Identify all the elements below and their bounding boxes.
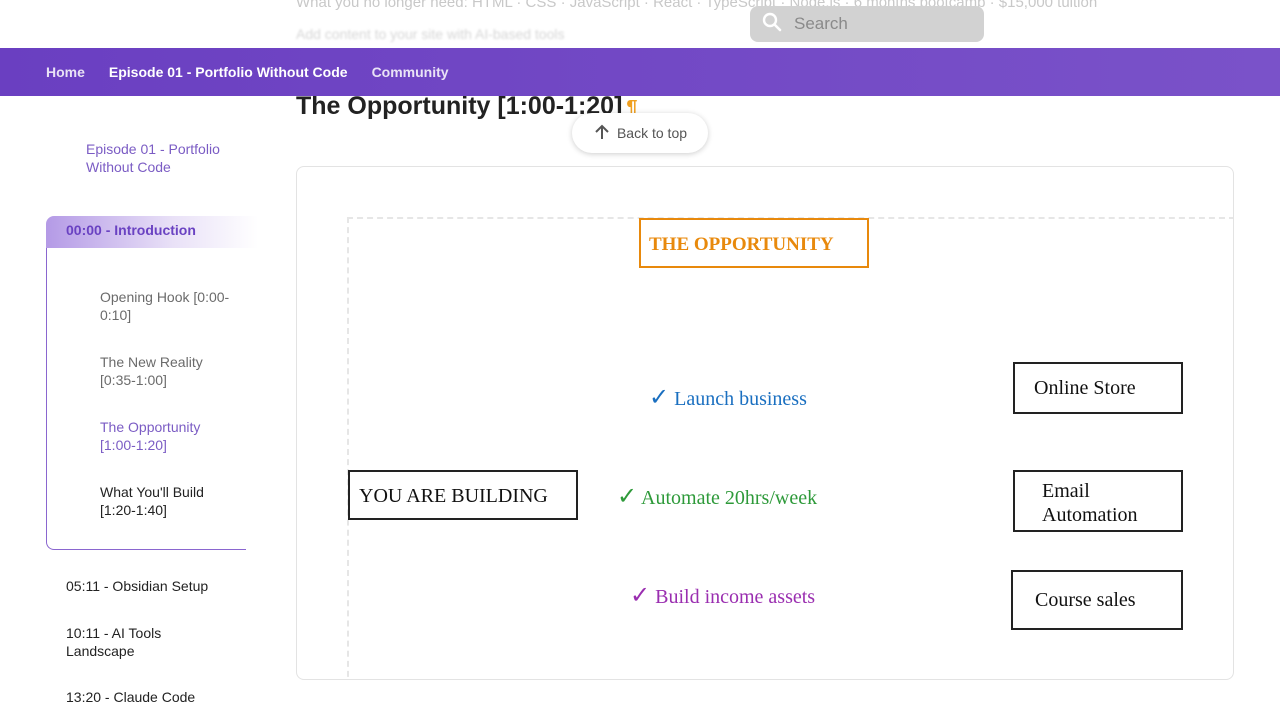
diagram-card: THE OPPORTUNITY YOU ARE BUILDING ✓ Launc… <box>296 166 1234 680</box>
check-icon: ✓ <box>617 484 638 510</box>
sidebar-sub-new-reality[interactable]: The New Reality [0:35-1:00] <box>100 353 230 389</box>
search-input[interactable] <box>794 14 964 34</box>
sidebar-sub-what-youll-build[interactable]: What You'll Build [1:20-1:40] <box>100 483 230 519</box>
check-icon: ✓ <box>649 385 670 411</box>
outcome-email-automation: Email Automation <box>1013 470 1183 532</box>
sidebar-sub-opening-hook[interactable]: Opening Hook [0:00-0:10] <box>100 288 230 324</box>
sidebar: Episode 01 - Portfolio Without Code 00:0… <box>0 96 262 720</box>
diagram-title-box: THE OPPORTUNITY <box>639 218 869 268</box>
sidebar-section-episode-01[interactable]: Episode 01 - Portfolio Without Code <box>86 140 226 176</box>
sidebar-subgroup: Opening Hook [0:00-0:10] The New Reality… <box>46 248 246 550</box>
sidebar-sub-opportunity[interactable]: The Opportunity [1:00-1:20] <box>100 418 230 454</box>
back-to-top-button[interactable]: Back to top <box>572 113 708 153</box>
check-label: Automate 20hrs/week <box>641 487 818 509</box>
search-icon <box>762 12 782 37</box>
arrow-up-icon <box>593 123 611 144</box>
sidebar-item-obsidian-setup[interactable]: 05:11 - Obsidian Setup <box>66 577 236 595</box>
nav-home[interactable]: Home <box>46 64 85 80</box>
nav-episode-01[interactable]: Episode 01 - Portfolio Without Code <box>109 64 348 80</box>
back-to-top-label: Back to top <box>616 125 688 141</box>
sidebar-item-introduction[interactable]: 00:00 - Introduction <box>46 216 258 248</box>
check-label: Build income assets <box>655 586 816 608</box>
outcome-course-sales: Course sales <box>1011 570 1183 630</box>
sidebar-item-label: 00:00 - Introduction <box>66 222 196 238</box>
sidebar-item-ai-tools[interactable]: 10:11 - AI Tools Landscape <box>66 624 186 660</box>
heading-text: The Opportunity [1:00-1:20] <box>296 92 623 120</box>
diagram-guide-vertical <box>347 217 349 679</box>
outcome-online-store: Online Store <box>1013 362 1183 414</box>
check-income-assets: ✓ Build income assets <box>630 581 815 610</box>
check-label: Launch business <box>674 388 807 410</box>
sidebar-item-claude-code[interactable]: 13:20 - Claude Code <box>66 688 236 706</box>
diagram-center-box: YOU ARE BUILDING <box>348 470 578 520</box>
background-subtext: Add content to your site with AI-based t… <box>296 26 565 42</box>
check-automate: ✓ Automate 20hrs/week <box>617 482 817 511</box>
top-navbar: Home Episode 01 - Portfolio Without Code… <box>0 48 1280 96</box>
nav-community[interactable]: Community <box>372 64 449 80</box>
check-icon: ✓ <box>630 583 651 609</box>
search-box[interactable] <box>750 6 984 42</box>
check-launch-business: ✓ Launch business <box>649 383 807 412</box>
